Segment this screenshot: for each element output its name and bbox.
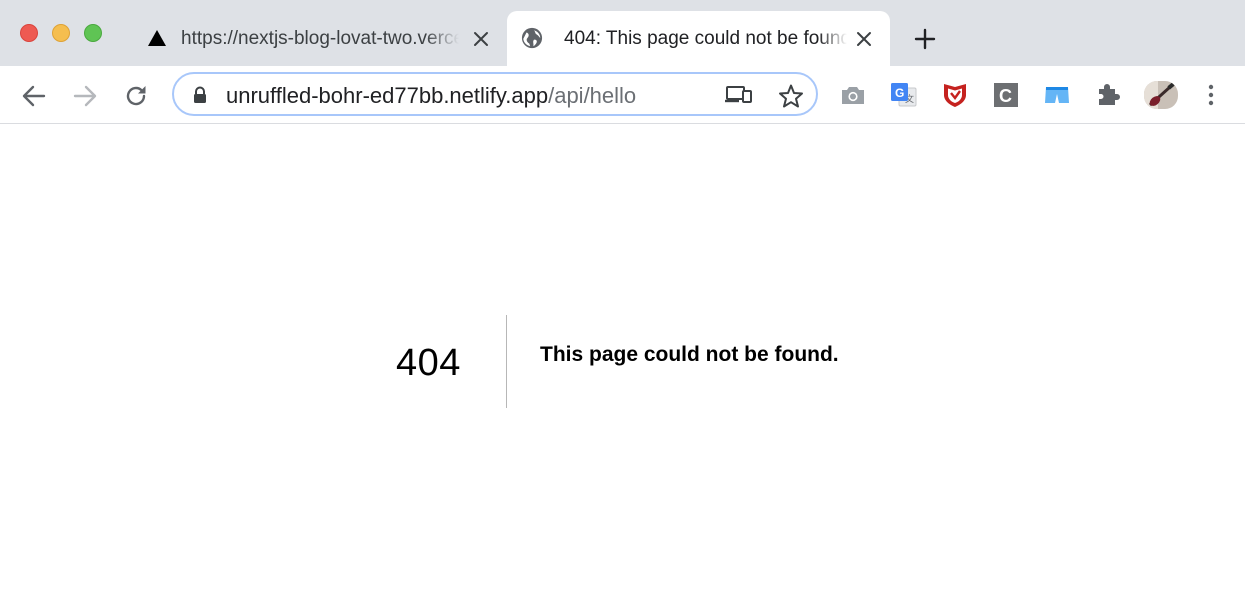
- bookmark-star-icon[interactable]: [778, 83, 804, 114]
- globe-icon: [521, 27, 543, 49]
- arrow-right-icon: [73, 85, 97, 107]
- camera-icon[interactable]: [839, 81, 867, 109]
- arrow-left-icon: [22, 85, 46, 107]
- send-to-devices-icon[interactable]: [725, 84, 753, 111]
- vercel-triangle-icon: [146, 27, 168, 49]
- new-tab-button[interactable]: [910, 24, 940, 54]
- tab-title: https://nextjs-blog-lovat-two.vercel.app: [181, 28, 459, 49]
- profile-avatar[interactable]: [1143, 80, 1179, 110]
- address-url[interactable]: unruffled-bohr-ed77bb.netlify.app/api/he…: [226, 83, 636, 109]
- shorts-extension-icon[interactable]: [1043, 81, 1071, 109]
- error-divider: [506, 315, 507, 408]
- window-close-button[interactable]: [20, 24, 38, 42]
- tab-title: 404: This page could not be found: [564, 28, 847, 49]
- tab-close-icon[interactable]: [852, 27, 876, 51]
- error-message: This page could not be found.: [540, 343, 839, 366]
- shield-icon[interactable]: [941, 81, 969, 109]
- error-code: 404: [396, 342, 461, 384]
- svg-text:C: C: [999, 86, 1012, 106]
- reload-button[interactable]: [121, 81, 151, 111]
- svg-text:G: G: [895, 86, 904, 100]
- window-minimize-button[interactable]: [52, 24, 70, 42]
- tab-close-icon[interactable]: [469, 27, 493, 51]
- google-translate-icon[interactable]: 文 G: [890, 81, 918, 109]
- url-host: unruffled-bohr-ed77bb.netlify.app: [226, 83, 549, 108]
- page-content: 404 This page could not be found.: [0, 125, 1245, 597]
- address-bar[interactable]: unruffled-bohr-ed77bb.netlify.app/api/he…: [172, 72, 818, 116]
- puzzle-icon[interactable]: [1094, 81, 1122, 109]
- url-path: /api/hello: [548, 83, 637, 108]
- c-extension-icon[interactable]: C: [992, 81, 1020, 109]
- tab-inactive[interactable]: https://nextjs-blog-lovat-two.vercel.app: [132, 11, 502, 66]
- reload-icon: [126, 86, 146, 106]
- tab-active[interactable]: 404: This page could not be found: [507, 11, 890, 66]
- menu-icon[interactable]: [1197, 81, 1225, 109]
- browser-toolbar: unruffled-bohr-ed77bb.netlify.app/api/he…: [0, 66, 1245, 124]
- back-button[interactable]: [19, 81, 49, 111]
- window-zoom-button[interactable]: [84, 24, 102, 42]
- lock-icon[interactable]: [192, 86, 208, 109]
- tab-strip: https://nextjs-blog-lovat-two.vercel.app…: [0, 0, 1245, 66]
- forward-button[interactable]: [70, 81, 100, 111]
- plus-icon: [914, 28, 936, 50]
